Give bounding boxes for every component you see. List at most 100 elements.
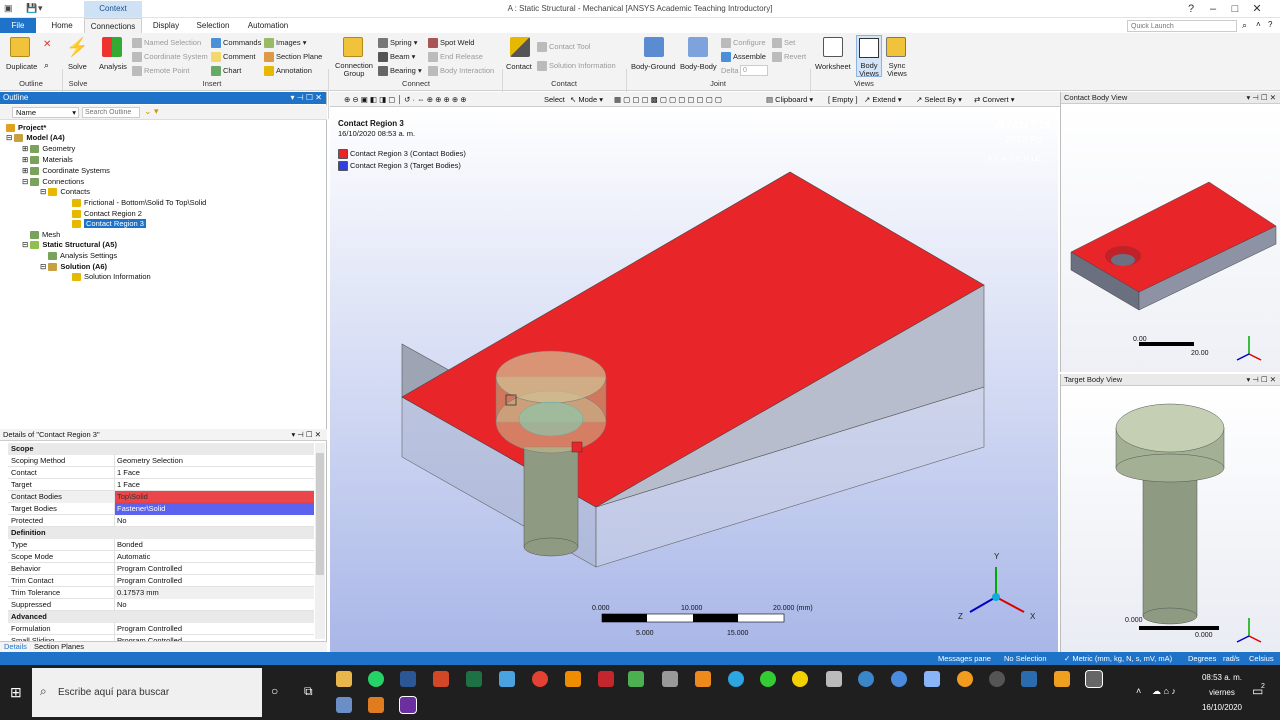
tree-contact-region-2[interactable]: Contact Region 2 xyxy=(72,209,142,219)
set-button[interactable]: Set xyxy=(772,38,795,49)
details-section-header[interactable]: Scope xyxy=(8,443,314,455)
tab-automation[interactable]: Automation xyxy=(244,18,292,33)
tree-solution[interactable]: ⊟ Solution (A6) xyxy=(40,262,107,272)
zoom-icons[interactable]: ⊕ ⊖ ▣ ◧ ◨ ▢ │ ↺ · ⇔ ⊕ ⊕ ⊕ ⊕ ⊕ xyxy=(344,92,466,107)
filter-icon[interactable]: ⌄ ▾ xyxy=(144,106,159,117)
messages-pane-link[interactable]: Messages pane xyxy=(938,652,991,665)
details-row[interactable]: Scope Mode Automatic xyxy=(8,551,314,563)
revert-button[interactable]: Revert xyxy=(772,52,806,63)
task-view-icon[interactable]: ⧉ xyxy=(304,684,313,699)
app-icon-21[interactable] xyxy=(989,671,1005,687)
details-section-header[interactable]: Advanced xyxy=(8,611,314,623)
angle-unit[interactable]: Degrees xyxy=(1188,652,1216,665)
tree-analysis-settings[interactable]: Analysis Settings xyxy=(48,251,117,261)
details-value[interactable]: No xyxy=(114,599,314,611)
tab-home[interactable]: Home xyxy=(44,18,80,33)
tree-solution-information[interactable]: Solution Information xyxy=(72,272,151,282)
details-row[interactable]: Formulation Program Controlled xyxy=(8,623,314,635)
excel-icon[interactable] xyxy=(466,671,482,687)
tree-contact-region-1[interactable]: Frictional - Bottom\Solid To Top\Solid xyxy=(72,198,206,208)
details-value[interactable]: Program Controlled xyxy=(114,575,314,587)
details-value[interactable]: Geometry Selection xyxy=(114,455,314,467)
graphics-viewport[interactable]: Contact Region 3 16/10/2020 08:53 a. m. … xyxy=(330,107,1058,652)
tab-section-planes[interactable]: Section Planes xyxy=(34,642,84,652)
duplicate-button[interactable] xyxy=(10,37,30,57)
annotation-button[interactable]: Annotation xyxy=(264,66,312,77)
solution-information-button[interactable]: Solution Information xyxy=(537,61,616,72)
details-value[interactable]: Program Controlled xyxy=(114,623,314,635)
extend-dropdown[interactable]: ↗ Extend ▾ xyxy=(864,92,902,107)
tree-geometry[interactable]: ⊞ Geometry xyxy=(22,144,75,154)
tab-display[interactable]: Display xyxy=(148,18,184,33)
chrome-icon[interactable] xyxy=(532,671,548,687)
temperature-unit[interactable]: Celsius xyxy=(1249,652,1274,665)
app-icon-17[interactable] xyxy=(858,671,874,687)
qa-dropdown-icon[interactable]: ▾ xyxy=(38,3,43,14)
details-row[interactable]: Suppressed No xyxy=(8,599,314,611)
commands-button[interactable]: Commands xyxy=(211,38,261,49)
details-section-header[interactable]: Definition xyxy=(8,527,314,539)
details-row[interactable]: Type Bonded xyxy=(8,539,314,551)
tree-project[interactable]: Project* xyxy=(6,123,46,133)
cortana-icon[interactable]: ○ xyxy=(271,684,278,698)
tree-static-structural[interactable]: ⊟ Static Structural (A5) xyxy=(22,240,117,250)
details-row[interactable]: Target 1 Face xyxy=(8,479,314,491)
target-view-controls[interactable]: ▾ ⊣ ☐ ✕ xyxy=(1246,374,1276,386)
ansys-taskbar-icon[interactable] xyxy=(1054,671,1070,687)
app-icon-11[interactable] xyxy=(662,671,678,687)
body-ground-button[interactable] xyxy=(644,37,664,57)
clipboard-dropdown[interactable]: ▤ Clipboard ▾ xyxy=(766,92,813,107)
analysis-button[interactable] xyxy=(102,37,122,57)
details-row[interactable]: Trim Contact Program Controlled xyxy=(8,575,314,587)
ribbon-help-icon[interactable]: ? xyxy=(1268,20,1272,29)
maximize-button[interactable]: □ xyxy=(1224,2,1246,16)
details-row[interactable]: Scoping Method Geometry Selection xyxy=(8,455,314,467)
details-row[interactable]: Protected No xyxy=(8,515,314,527)
app-icon-14[interactable] xyxy=(760,671,776,687)
mechanical-taskbar-icon[interactable] xyxy=(399,696,417,714)
unit-system[interactable]: ✓ Metric (mm, kg, N, s, mV, mA) xyxy=(1064,652,1172,665)
name-filter-select[interactable]: Name ▾ xyxy=(12,107,79,118)
body-body-button[interactable] xyxy=(688,37,708,57)
chart-button[interactable]: Chart xyxy=(211,66,241,77)
quick-launch-search-icon[interactable]: ⌕ xyxy=(1242,20,1247,31)
spot-weld-button[interactable]: Spot Weld xyxy=(428,38,474,49)
tab-selection[interactable]: Selection xyxy=(192,18,234,33)
minimize-button[interactable]: – xyxy=(1202,2,1224,16)
tray-chevron-icon[interactable]: ˄ xyxy=(1136,686,1141,696)
delete-icon[interactable]: ✕ xyxy=(43,39,51,50)
word-icon[interactable] xyxy=(400,671,416,687)
details-value[interactable]: 1 Face xyxy=(114,467,314,479)
sync-views-button[interactable] xyxy=(886,37,906,57)
app-icon-16[interactable] xyxy=(826,671,842,687)
details-row[interactable]: Behavior Program Controlled xyxy=(8,563,314,575)
app-icon-26[interactable] xyxy=(368,697,384,713)
tab-connections[interactable]: Connections xyxy=(84,18,142,33)
configure-button[interactable]: Configure xyxy=(721,38,766,49)
bearing-button[interactable]: Bearing ▾ xyxy=(378,66,422,77)
beam-button[interactable]: Beam ▾ xyxy=(378,52,415,63)
tree-connections[interactable]: ⊟ Connections xyxy=(22,177,84,187)
contact-tool-button[interactable]: Contact Tool xyxy=(537,42,591,53)
contact-view-controls[interactable]: ▾ ⊣ ☐ ✕ xyxy=(1246,92,1276,104)
details-value[interactable]: Bonded xyxy=(114,539,314,551)
details-scroll-thumb[interactable] xyxy=(316,453,324,575)
taskbar-search[interactable]: Escribe aquí para buscar xyxy=(32,668,262,717)
tree-materials[interactable]: ⊞ Materials xyxy=(22,155,73,165)
outline-panel-controls[interactable]: ▾ ⊣ ☐ ✕ xyxy=(290,92,322,104)
app-icon-15[interactable] xyxy=(792,671,808,687)
images-button[interactable]: Images ▾ xyxy=(264,38,306,49)
tree-contact-region-3[interactable]: Contact Region 3 xyxy=(72,219,146,229)
body-interaction-button[interactable]: Body Interaction xyxy=(428,66,494,77)
app-icon-10[interactable] xyxy=(628,671,644,687)
whatsapp-icon[interactable] xyxy=(368,671,384,687)
rotation-unit[interactable]: rad/s xyxy=(1223,652,1240,665)
help-icon[interactable]: ? xyxy=(1180,2,1202,16)
close-button[interactable]: ✕ xyxy=(1246,2,1268,16)
vlc-icon[interactable] xyxy=(565,671,581,687)
details-scrollbar[interactable] xyxy=(315,443,325,639)
details-row[interactable]: Trim Tolerance 0.17573 mm xyxy=(8,587,314,599)
save-icon[interactable]: 💾 xyxy=(26,3,37,14)
details-panel-controls[interactable]: ▾ ⊣ ☐ ✕ xyxy=(291,429,321,441)
app-icon-18[interactable] xyxy=(891,671,907,687)
